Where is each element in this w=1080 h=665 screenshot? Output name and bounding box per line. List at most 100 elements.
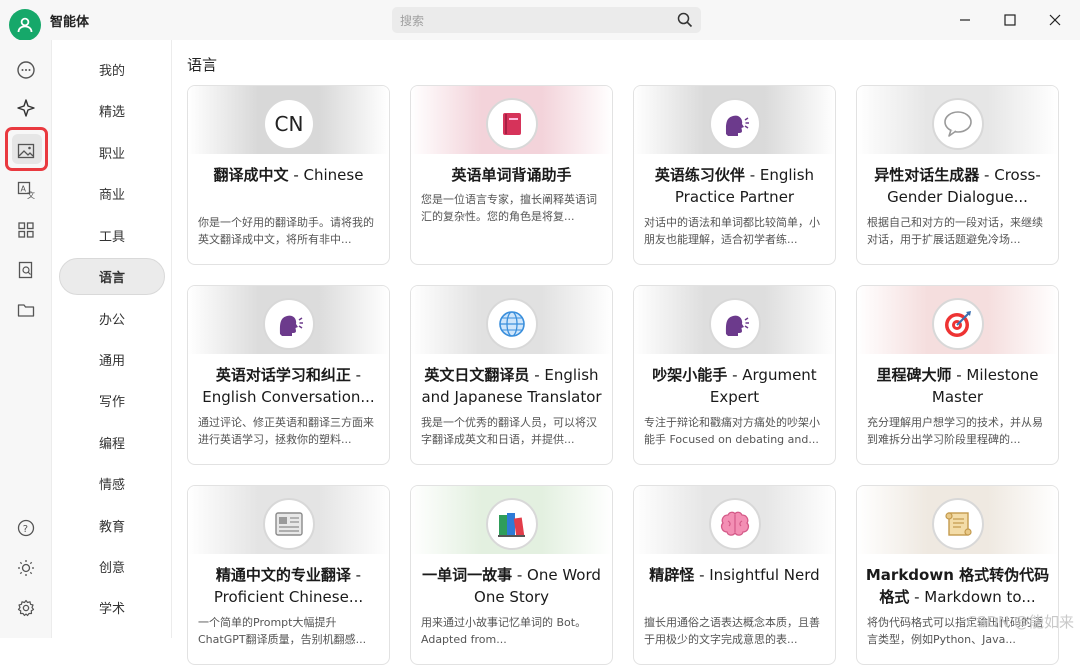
- scroll-icon: [932, 498, 984, 550]
- target-icon: [932, 298, 984, 350]
- category-item[interactable]: 通用: [59, 341, 165, 378]
- card-title-cn: 精通中文的专业翻译: [216, 566, 351, 584]
- card-title-cn: 英语对话学习和纠正: [216, 366, 351, 384]
- card-title-en: - Chinese: [289, 166, 364, 184]
- agent-card[interactable]: 异性对话生成器 - Cross-Gender Dialogue... 根据自己和对…: [856, 85, 1059, 265]
- globe-icon: [486, 298, 538, 350]
- card-title-cn: 一单词一故事: [422, 566, 512, 584]
- card-title: 英文日文翻译员 - English and Japanese Translato…: [419, 364, 604, 408]
- card-description: 通过评论、修正英语和翻译三方面来进行英语学习，拯救你的塑料...: [198, 414, 379, 448]
- agent-card[interactable]: 英语对话学习和纠正 - English Conversation... 通过评论、…: [187, 285, 390, 465]
- agent-card[interactable]: 吵架小能手 - Argument Expert 专注于辩论和戳痛对方痛处的吵架小能…: [633, 285, 836, 465]
- search-input[interactable]: 搜索: [392, 7, 701, 33]
- svg-text:A: A: [21, 185, 27, 194]
- cn-icon: CN: [263, 98, 315, 150]
- card-title: Markdown 格式转伪代码格式 - Markdown to...: [865, 564, 1050, 608]
- card-title: 英语练习伙伴 - English Practice Partner: [642, 164, 827, 208]
- category-item[interactable]: 精选: [59, 92, 165, 129]
- maximize-button[interactable]: [988, 6, 1032, 34]
- svg-text:文: 文: [27, 190, 35, 199]
- card-title: 英语对话学习和纠正 - English Conversation...: [196, 364, 381, 408]
- category-item[interactable]: 创意: [59, 548, 165, 585]
- title-bar: 智能体 搜索: [0, 0, 1080, 40]
- card-description: 根据自己和对方的一段对话，来继续对话，用于扩展话题避免冷场...: [867, 214, 1048, 248]
- category-item[interactable]: 我的: [59, 51, 165, 88]
- apps-grid-icon[interactable]: [13, 217, 39, 243]
- category-item[interactable]: 工具: [59, 217, 165, 254]
- card-title: 异性对话生成器 - Cross-Gender Dialogue...: [865, 164, 1050, 208]
- agent-card[interactable]: Markdown 格式转伪代码格式 - Markdown to...将伪代码格式…: [856, 485, 1059, 665]
- card-description: 专注于辩论和戳痛对方痛处的吵架小能手 Focused on debating a…: [644, 414, 825, 448]
- card-title-cn: 翻译成中文: [214, 166, 289, 184]
- speech-bubble-icon: [932, 98, 984, 150]
- theme-icon[interactable]: [13, 555, 39, 581]
- folder-icon[interactable]: [13, 297, 39, 323]
- card-title-en: - Markdown to...: [909, 588, 1035, 606]
- translate-icon[interactable]: A文: [13, 177, 39, 203]
- chat-icon[interactable]: [13, 57, 39, 83]
- card-description: 对话中的语法和单词都比较简单，小朋友也能理解，适合初学者练...: [644, 214, 825, 248]
- minimize-button[interactable]: [943, 6, 987, 34]
- card-title: 里程碑大师 - Milestone Master: [865, 364, 1050, 408]
- category-item[interactable]: 办公: [59, 300, 165, 337]
- books-icon: [486, 498, 538, 550]
- close-button[interactable]: [1033, 6, 1077, 34]
- card-title-cn: 英语单词背诵助手: [451, 166, 571, 184]
- card-title-cn: 精辟怪: [649, 566, 694, 584]
- category-item[interactable]: 写作: [59, 382, 165, 419]
- agent-sparkle-icon[interactable]: [13, 95, 39, 121]
- card-description: 充分理解用户想学习的技术，并从易到难拆分出学习阶段里程碑的...: [867, 414, 1048, 448]
- card-title: 一单词一故事 - One Word One Story: [419, 564, 604, 608]
- card-title-cn: 英文日文翻译员: [424, 366, 529, 384]
- agent-card[interactable]: 一单词一故事 - One Word One Story 用来通过小故事记忆单词的 …: [410, 485, 613, 665]
- category-list: 我的 精选 职业 商业 工具 语言 办公 通用 写作 编程 情感 教育 创意 学…: [51, 40, 172, 638]
- search-placeholder: 搜索: [400, 12, 424, 29]
- agent-card[interactable]: 英文日文翻译员 - English and Japanese Translato…: [410, 285, 613, 465]
- speaking-head-icon: [263, 298, 315, 350]
- category-item[interactable]: 编程: [59, 424, 165, 461]
- image-icon[interactable]: [13, 138, 39, 164]
- card-title: 英语单词背诵助手: [419, 164, 604, 186]
- settings-icon[interactable]: [13, 595, 39, 621]
- category-item[interactable]: 职业: [59, 134, 165, 171]
- card-description: 我是一个优秀的翻译人员，可以将汉字翻译成英文和日语，并提供...: [421, 414, 602, 448]
- brain-icon: [709, 498, 761, 550]
- agent-card[interactable]: 精通中文的专业翻译 - Proficient Chinese... 一个简单的Pr…: [187, 485, 390, 665]
- agent-card[interactable]: 英语单词背诵助手您是一位语言专家，擅长阐释英语词汇的复杂性。您的角色是将复...: [410, 85, 613, 265]
- card-title-cn: 异性对话生成器: [874, 166, 979, 184]
- category-item[interactable]: 商业: [59, 175, 165, 212]
- speaking-head-icon: [709, 98, 761, 150]
- card-title-cn: 里程碑大师: [876, 366, 951, 384]
- card-title: 精辟怪 - Insightful Nerd: [642, 564, 827, 586]
- card-description: 用来通过小故事记忆单词的 Bot。Adapted from...: [421, 614, 602, 648]
- newspaper-icon: [263, 498, 315, 550]
- app-avatar-icon[interactable]: [9, 9, 41, 41]
- category-item[interactable]: 情感: [59, 465, 165, 502]
- card-description: 您是一位语言专家，擅长阐释英语词汇的复杂性。您的角色是将复...: [421, 191, 602, 225]
- search-icon[interactable]: [677, 12, 693, 28]
- card-title-cn: 英语练习伙伴: [655, 166, 745, 184]
- watermark: CSDN @能如来: [966, 611, 1074, 632]
- card-title-cn: 吵架小能手: [652, 366, 727, 384]
- agent-card[interactable]: 里程碑大师 - Milestone Master 充分理解用户想学习的技术，并从易…: [856, 285, 1059, 465]
- card-title: 吵架小能手 - Argument Expert: [642, 364, 827, 408]
- agent-card[interactable]: 英语练习伙伴 - English Practice Partner 对话中的语法和…: [633, 85, 836, 265]
- agent-card[interactable]: 精辟怪 - Insightful Nerd擅长用通俗之语表达概念本质，且善于用极…: [633, 485, 836, 665]
- speaking-head-icon: [709, 298, 761, 350]
- card-description: 一个简单的Prompt大幅提升ChatGPT翻译质量，告别机翻感...: [198, 614, 379, 648]
- category-item[interactable]: 教育: [59, 507, 165, 544]
- svg-text:?: ?: [23, 524, 28, 535]
- agent-card[interactable]: CN 翻译成中文 - Chinese 你是一个好用的翻译助手。请将我的英文翻译成中文…: [187, 85, 390, 265]
- card-title: 精通中文的专业翻译 - Proficient Chinese...: [196, 564, 381, 608]
- section-title: 语言: [187, 54, 217, 75]
- doc-search-icon[interactable]: [13, 257, 39, 283]
- card-description: 你是一个好用的翻译助手。请将我的英文翻译成中文，将所有非中...: [198, 214, 379, 248]
- app-title: 智能体: [50, 11, 89, 30]
- help-icon[interactable]: ?: [13, 515, 39, 541]
- card-title: 翻译成中文 - Chinese: [196, 164, 381, 186]
- icon-rail: A文 ?: [0, 40, 51, 638]
- card-title-en: - Insightful Nerd: [694, 566, 819, 584]
- category-item[interactable]: 学术: [59, 589, 165, 626]
- book-icon: [486, 98, 538, 150]
- category-item-active[interactable]: 语言: [59, 258, 165, 295]
